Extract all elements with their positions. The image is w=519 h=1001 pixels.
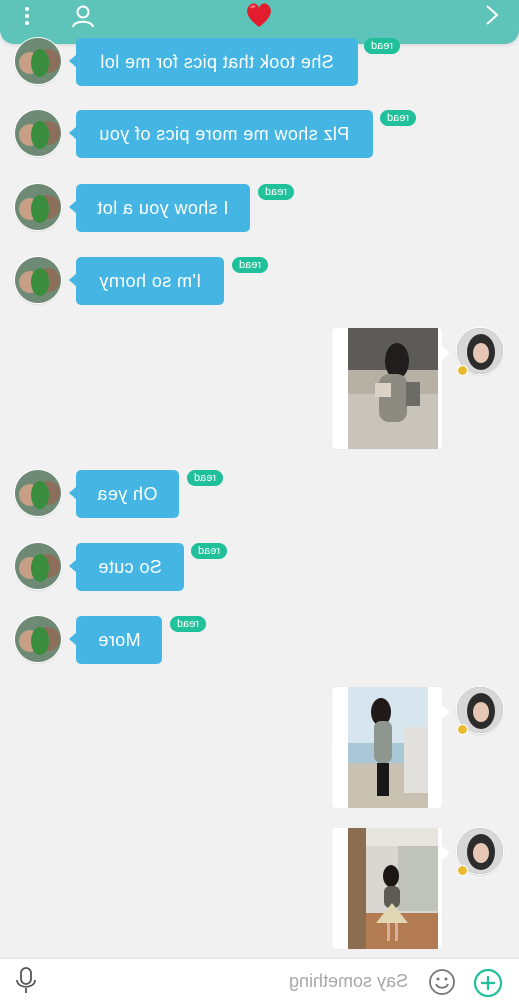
- photo-thumbnail: [348, 687, 428, 808]
- contact-avatar[interactable]: [15, 257, 61, 303]
- contact-avatar[interactable]: [15, 543, 61, 589]
- image-message[interactable]: [332, 328, 450, 449]
- message-bubble[interactable]: She took that pics for me lol: [69, 38, 358, 86]
- message-bubble[interactable]: More: [69, 616, 162, 664]
- contact-avatar[interactable]: [15, 110, 61, 156]
- read-badge: read: [170, 616, 207, 632]
- smiley-icon[interactable]: [428, 968, 456, 996]
- message-bubble[interactable]: I'm so horny: [69, 257, 224, 305]
- message-bubble[interactable]: Plz show me more pics of you: [69, 110, 373, 158]
- microphone-icon[interactable]: [15, 967, 37, 995]
- message-bubble[interactable]: So cute: [69, 543, 184, 591]
- contact-avatar[interactable]: [15, 184, 61, 230]
- message-input[interactable]: Say something: [268, 969, 408, 993]
- read-badge: read: [232, 257, 269, 273]
- photo-thumbnail: [348, 828, 438, 949]
- image-message[interactable]: [332, 687, 450, 808]
- read-badge: read: [380, 110, 417, 126]
- read-badge: read: [258, 184, 295, 200]
- online-dot: [457, 865, 468, 876]
- plus-circle-icon[interactable]: [473, 968, 503, 998]
- photo-thumbnail: [348, 328, 438, 449]
- contact-avatar[interactable]: [15, 38, 61, 84]
- contact-avatar[interactable]: [15, 616, 61, 662]
- message-bubble[interactable]: Oh yea: [69, 470, 179, 518]
- read-badge: read: [191, 543, 228, 559]
- read-badge: read: [364, 38, 401, 54]
- online-dot: [457, 724, 468, 735]
- message-bubble[interactable]: I show you a lot: [69, 184, 250, 232]
- online-dot: [457, 365, 468, 376]
- composer-bar: Say something: [0, 958, 519, 1001]
- image-message[interactable]: [332, 828, 450, 949]
- read-badge: read: [187, 470, 224, 486]
- contact-avatar[interactable]: [15, 470, 61, 516]
- chat-thread[interactable]: She took that pics for me lol read Plz s…: [0, 0, 519, 958]
